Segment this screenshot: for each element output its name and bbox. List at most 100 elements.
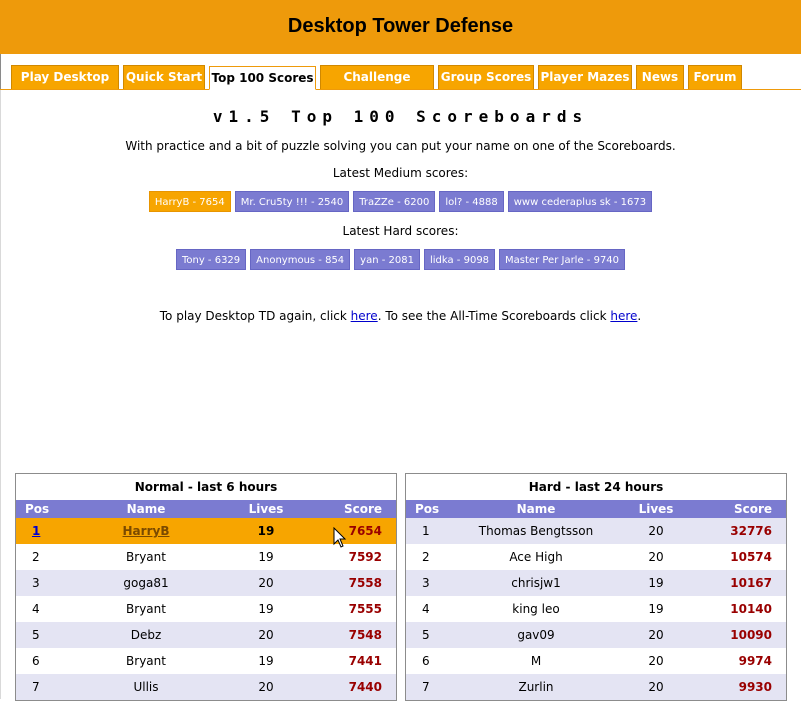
tab-play-desktop-td[interactable]: Play Desktop TD: [11, 65, 119, 107]
page-left-border: [0, 90, 1, 699]
row-name: Ace High: [509, 550, 563, 564]
row-lives: 20: [221, 570, 311, 596]
row-pos[interactable]: 1: [16, 518, 71, 544]
hard-score-chip[interactable]: Tony - 6329: [175, 249, 247, 270]
row-lives: 20: [221, 622, 311, 648]
row-score: 10140: [730, 602, 772, 616]
row-score: 9930: [701, 674, 786, 700]
column-header-score: Score: [311, 500, 396, 518]
row-name: Zurlin: [461, 674, 611, 700]
table-row: 3 chrisjw1 19 10167: [406, 570, 786, 596]
row-pos: 4: [32, 602, 40, 616]
row-name[interactable]: HarryB: [71, 518, 221, 544]
hard-score-chip[interactable]: Anonymous - 854: [250, 249, 351, 270]
tab-quick-start[interactable]: Quick Start: [123, 65, 205, 89]
hard-scores-list: Tony - 6329 Anonymous - 854 yan - 2081 l…: [0, 249, 801, 270]
table-row: 4 king leo 19 10140: [406, 596, 786, 622]
table-row: 2 Ace High 20 10574: [406, 544, 786, 570]
tab-forum[interactable]: Forum: [688, 65, 742, 89]
play-again-text: To play Desktop TD again, click here. To…: [0, 309, 801, 323]
row-name: Bryant: [126, 550, 166, 564]
play-again-prefix: To play Desktop TD again, click: [159, 309, 351, 323]
table-header: Pos Name Lives Score: [406, 500, 786, 518]
table-header: Pos Name Lives Score: [16, 500, 396, 518]
row-lives: 19: [258, 550, 274, 564]
row-lives: 20: [611, 622, 701, 648]
row-name: gav09: [461, 622, 611, 648]
hard-score-chip[interactable]: lidka - 9098: [423, 249, 496, 270]
row-name: Bryant: [126, 654, 166, 668]
intro-text: With practice and a bit of puzzle solvin…: [125, 139, 676, 153]
table-row: 5 gav09 20 10090: [406, 622, 786, 648]
row-name: Debz: [71, 622, 221, 648]
mouse-pointer-icon: [333, 527, 347, 548]
site-title: Desktop Tower Defense: [287, 15, 514, 37]
hard-score-chip[interactable]: yan - 2081: [354, 249, 420, 270]
tab-challenge-scores[interactable]: Challenge Scores: [320, 65, 434, 107]
row-name: Bryant: [126, 602, 166, 616]
row-score: 32776: [701, 518, 786, 544]
row-pos: 1: [406, 518, 461, 544]
row-score: 7440: [311, 674, 396, 700]
table-row: 7 Ullis 20 7440: [16, 674, 396, 700]
row-pos: 5: [406, 622, 461, 648]
medium-scores-list: HarryB - 7654 Mr. Cru5ty !!! - 2540 TraZ…: [0, 191, 801, 212]
row-lives: 19: [221, 518, 311, 544]
table-row: 3 goga81 20 7558: [16, 570, 396, 596]
medium-score-chip[interactable]: Mr. Cru5ty !!! - 2540: [234, 191, 350, 212]
row-score: 7548: [311, 622, 396, 648]
medium-score-chip[interactable]: HarryB - 7654: [148, 191, 231, 212]
hard-scoreboard: Hard - last 24 hours Pos Name Lives Scor…: [405, 473, 787, 701]
row-pos: 3: [406, 570, 461, 596]
row-name: M: [530, 654, 542, 668]
hard-score-chip[interactable]: Master Per Jarle - 9740: [499, 249, 626, 270]
hard-scoreboard-title: Hard - last 24 hours: [528, 480, 664, 494]
row-name: goga81: [71, 570, 221, 596]
medium-score-chip[interactable]: lol? - 4888: [439, 191, 504, 212]
row-name: Thomas Bengtsson: [461, 518, 611, 544]
play-again-suffix: .: [637, 309, 642, 323]
row-pos: 6: [32, 654, 40, 668]
row-score: 7654: [311, 518, 396, 544]
row-name: Ullis: [71, 674, 221, 700]
row-score: 7558: [311, 570, 396, 596]
table-row: 6 Bryant 19 7441: [16, 648, 396, 674]
column-header-score: Score: [701, 500, 786, 518]
row-pos: 6: [422, 654, 430, 668]
row-pos: 7: [16, 674, 71, 700]
row-name: chrisjw1: [461, 570, 611, 596]
row-lives: 20: [611, 674, 701, 700]
tab-group-scores[interactable]: Group Scores: [438, 65, 534, 89]
table-row: 1 Thomas Bengtsson 20 32776: [406, 518, 786, 544]
hard-scores-label: Latest Hard scores:: [342, 224, 459, 238]
table-row: 5 Debz 20 7548: [16, 622, 396, 648]
column-header-pos: Pos: [16, 500, 71, 518]
tab-top-100-scores[interactable]: Top 100 Scores: [209, 66, 316, 90]
all-time-scoreboards-link[interactable]: here: [610, 309, 637, 323]
normal-scoreboard-title: Normal - last 6 hours: [134, 480, 278, 494]
row-lives: 19: [648, 602, 664, 616]
normal-scoreboard: Normal - last 6 hours Pos Name Lives Sco…: [15, 473, 397, 701]
row-lives: 19: [258, 654, 274, 668]
row-pos: 5: [16, 622, 71, 648]
play-again-link[interactable]: here: [351, 309, 378, 323]
tab-player-mazes[interactable]: Player Mazes: [538, 65, 632, 89]
medium-scores-label: Latest Medium scores:: [332, 166, 469, 180]
row-pos: 4: [422, 602, 430, 616]
row-score: 10167: [701, 570, 786, 596]
play-again-middle: . To see the All-Time Scoreboards click: [377, 309, 611, 323]
medium-score-chip[interactable]: TraZZe - 6200: [353, 191, 436, 212]
medium-score-chip[interactable]: www cederaplus sk - 1673: [507, 191, 653, 212]
tab-news[interactable]: News: [636, 65, 684, 89]
table-row: 6 M 20 9974: [406, 648, 786, 674]
table-row: 4 Bryant 19 7555: [16, 596, 396, 622]
row-lives: 20: [648, 654, 664, 668]
row-pos: 3: [16, 570, 71, 596]
row-lives: 20: [221, 674, 311, 700]
row-lives: 19: [258, 602, 274, 616]
row-score: 7555: [348, 602, 382, 616]
row-score: 7592: [348, 550, 382, 564]
column-header-pos: Pos: [406, 500, 461, 518]
hard-score-table: Pos Name Lives Score 1 Thomas Bengtsson …: [406, 500, 786, 700]
column-header-lives: Lives: [221, 500, 311, 518]
